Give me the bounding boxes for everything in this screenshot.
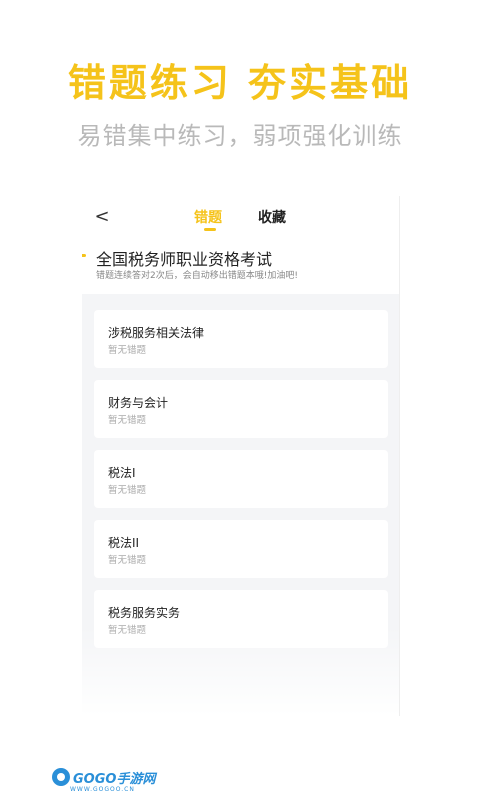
gogo-logo-icon [52,768,70,786]
subject-card-2[interactable]: 税法I 暂无错题 [94,450,388,508]
watermark-logo: GOGO手游网 [52,766,155,788]
bottom-fade [82,626,399,716]
subject-status: 暂无错题 [108,485,147,496]
phone-screen: < 错题 收藏 全国税务师职业资格考试 错题连续答对2次后，会自动移出错题本哦!… [82,196,400,716]
top-bar: < 错题 收藏 [82,196,399,240]
tab-wrong-questions[interactable]: 错题 [194,204,222,230]
subject-card-1[interactable]: 财务与会计 暂无错题 [94,380,388,438]
subject-card-0[interactable]: 涉税服务相关法律 暂无错题 [94,310,388,368]
back-icon[interactable]: < [92,204,112,228]
tab-active-underline [204,228,216,231]
subject-title: 税法I [108,466,136,480]
subject-status: 暂无错题 [108,555,147,566]
subject-status: 暂无错题 [108,415,147,426]
promo-subline: 易错集中练习，弱项强化训练 [77,122,403,150]
subject-title: 税务服务实务 [108,606,181,620]
subject-status: 暂无错题 [108,345,147,356]
exam-accent-bar [82,254,86,257]
exam-hint: 错题连续答对2次后，会自动移出错题本哦!加油吧! [96,271,298,281]
promo-headline: 错题练习 夯实基础 [67,61,413,105]
subject-title: 税法II [108,536,140,550]
watermark-url: WWW.GOGOO.CN [70,786,135,793]
exam-header: 全国税务师职业资格考试 错题连续答对2次后，会自动移出错题本哦!加油吧! [82,240,399,294]
subject-card-3[interactable]: 税法II 暂无错题 [94,520,388,578]
subject-title: 财务与会计 [108,396,169,410]
subject-title: 涉税服务相关法律 [108,326,205,340]
watermark-logo-text: GOGO手游网 [73,771,156,787]
exam-title: 全国税务师职业资格考试 [96,250,273,269]
tab-favorites[interactable]: 收藏 [258,204,286,230]
